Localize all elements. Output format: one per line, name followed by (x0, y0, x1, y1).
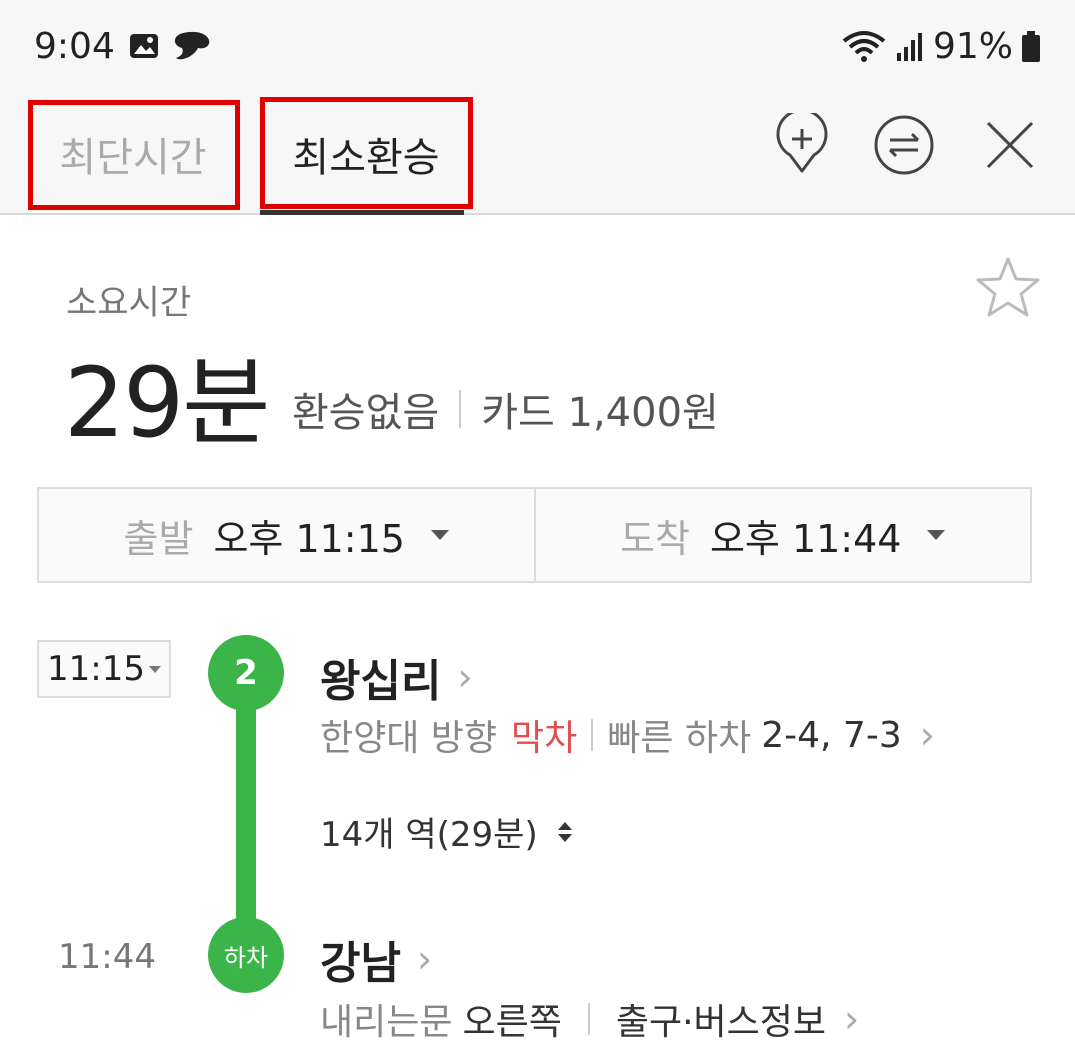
battery-icon (1022, 30, 1040, 62)
duration-label: 소요시간 (66, 283, 192, 323)
board-station[interactable]: 왕십리 › (320, 645, 473, 709)
signal-icon (896, 32, 922, 61)
transfer-info: 환승없음 (292, 390, 440, 436)
status-time: 9:04 (34, 26, 115, 67)
chevron-right-icon: › (457, 655, 473, 699)
alight-time: 11:44 (58, 937, 156, 977)
fast-exit-label: 빠른 하차 (607, 718, 752, 759)
highlight-box-min-transfer (260, 97, 473, 209)
board-time: 11:15 (47, 649, 145, 689)
exit-info-row[interactable]: 내리는문 오른쪽 출구·버스정보 › (320, 993, 859, 1045)
stops-summary: 14개 역(29분) (320, 815, 538, 855)
divider (587, 1003, 590, 1035)
close-icon[interactable] (978, 113, 1042, 177)
depart-label: 출발 (123, 516, 194, 561)
door-side: 오른쪽 (462, 1002, 562, 1043)
status-bar: 9:04 91% (0, 0, 1075, 95)
gallery-icon (130, 34, 158, 58)
route-tab-bar: 최단시간 최소환승 (0, 95, 1075, 215)
line-number: 2 (234, 653, 258, 693)
chevron-right-icon: › (416, 937, 433, 981)
board-station-name: 왕십리 (320, 656, 442, 707)
chevron-down-icon (927, 530, 946, 540)
add-place-icon[interactable] (770, 113, 834, 177)
expand-collapse-icon (557, 821, 572, 842)
arrive-time: 오후 11:44 (709, 516, 902, 561)
chevron-right-icon: › (919, 713, 935, 757)
battery-percent: 91% (932, 26, 1013, 67)
door-label: 내리는문 (320, 1002, 453, 1043)
route-subinfo: 환승없음 카드 1,400원 (292, 380, 719, 438)
stops-toggle[interactable]: 14개 역(29분) (320, 807, 572, 856)
direction-row[interactable]: 한양대 방향 막차 빠른 하차 2-4, 7-3 › (320, 709, 935, 761)
time-selector: 출발 오후 11:15 도착 오후 11:44 (37, 487, 1032, 583)
favorite-star-icon[interactable] (976, 255, 1040, 319)
status-left-icons (128, 30, 212, 64)
chevron-right-icon: › (844, 997, 860, 1041)
arrive-time-selector[interactable]: 도착 오후 11:44 (533, 489, 1031, 581)
depart-time-selector[interactable]: 출발 오후 11:15 (39, 489, 534, 581)
board-time-selector[interactable]: 11:15 (37, 640, 171, 698)
divider (591, 719, 594, 751)
chevron-down-icon (430, 530, 449, 540)
swap-icon[interactable] (872, 113, 936, 177)
highlight-box-fastest (28, 100, 240, 210)
active-tab-indicator (260, 210, 464, 215)
chat-icon (174, 31, 210, 60)
depart-time: 오후 11:15 (213, 516, 405, 561)
chevron-down-icon (148, 665, 161, 673)
alight-station-name: 강남 (320, 938, 401, 989)
arrive-label: 도착 (620, 516, 690, 561)
alight-badge: 하차 (208, 917, 284, 993)
fast-exit-value: 2-4, 7-3 (761, 714, 902, 756)
exit-bus-info: 출구·버스정보 (615, 1002, 827, 1043)
alight-badge-label: 하차 (223, 943, 269, 972)
line-2-badge: 2 (208, 635, 284, 711)
fare-info: 카드 1,400원 (481, 390, 719, 436)
last-train-badge: 막차 (511, 718, 578, 759)
divider (459, 390, 462, 428)
status-right: 91% (841, 26, 1041, 67)
wifi-icon (842, 30, 886, 62)
direction-text: 한양대 방향 (320, 718, 498, 759)
duration-value: 29분 (64, 347, 270, 459)
alight-station[interactable]: 강남 › (320, 927, 432, 991)
